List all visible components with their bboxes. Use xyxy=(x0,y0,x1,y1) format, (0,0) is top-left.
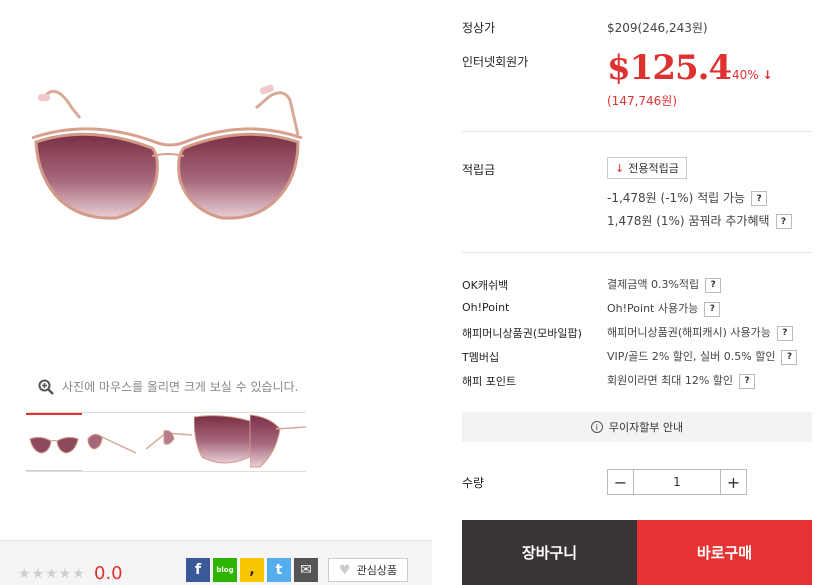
zoom-hint: 사진에 마우스를 올리면 크게 보실 수 있습니다. xyxy=(38,378,298,395)
benefit-value: 해피머니상품권(해피캐시) 사용가능? xyxy=(607,324,793,341)
facebook-icon: f xyxy=(194,562,202,578)
help-icon[interactable]: ? xyxy=(705,277,722,293)
benefit-value: 회원이라면 최대 12% 할인? xyxy=(607,372,756,389)
wishlist-button[interactable]: ♥ 관심상품 xyxy=(328,558,408,582)
benefit-value: VIP/골드 2% 할인, 실버 0.5% 할인? xyxy=(607,348,798,365)
thumbnail-side[interactable] xyxy=(138,413,194,471)
thumbnail-front[interactable] xyxy=(26,413,82,471)
benefit-label: 해피 포인트 xyxy=(462,375,517,388)
sale-price-value: $125.4 xyxy=(607,48,732,88)
help-icon[interactable]: ? xyxy=(775,214,792,229)
benefit-value-text: VIP/골드 2% 할인, 실버 0.5% 할인 xyxy=(607,350,776,363)
rating-stars: ★ ★ ★ ★ ★ xyxy=(18,566,85,582)
buy-now-button[interactable]: 바로구매 xyxy=(637,520,812,585)
discount-rate: 40% xyxy=(732,68,759,82)
star-icon: ★ xyxy=(45,566,58,582)
benefit-label: Oh!Point xyxy=(462,301,510,314)
magnifier-plus-icon xyxy=(38,379,54,395)
reward-line-2: 1,478원 (1%) 꿈꿔라 추가혜택? xyxy=(607,212,792,229)
thumbnail-lens-closeup-image xyxy=(193,415,251,464)
thumbnail-lens-closeup[interactable] xyxy=(193,413,251,471)
installment-label: 무이자할부 안내 xyxy=(608,421,684,434)
benefit-value: Oh!Point 사용가능? xyxy=(607,300,721,317)
star-icon: ★ xyxy=(18,566,31,582)
quantity-stepper: − 1 + xyxy=(607,469,747,495)
benefit-label: T멤버십 xyxy=(462,351,500,364)
benefit-value-text: 결제금액 0.3%적립 xyxy=(607,278,700,291)
help-icon[interactable]: ? xyxy=(751,191,768,206)
blog-icon: blog xyxy=(216,566,234,574)
twitter-icon: t xyxy=(275,562,283,578)
reward-line-1-text: -1,478원 (-1%) 적립 가능 xyxy=(607,191,746,205)
divider xyxy=(462,252,812,253)
thumbnail-detail[interactable] xyxy=(249,413,307,471)
reward-label: 적립금 xyxy=(462,163,496,177)
reward-button[interactable]: ↓ 전용적립금 xyxy=(607,157,687,179)
quantity-input[interactable]: 1 xyxy=(634,470,720,494)
benefit-label: 해피머니상품권(모바일팝) xyxy=(462,327,582,340)
thumbnail-front-image xyxy=(29,436,79,454)
thumbnail-detail-image xyxy=(249,414,307,468)
thumbnail-divider-bottom xyxy=(26,471,306,472)
kakao-icon: , xyxy=(249,562,255,578)
sale-price-krw: (147,746원) xyxy=(607,94,678,108)
reward-button-label: 전용적립금 xyxy=(628,162,679,175)
heart-icon: ♥ xyxy=(338,562,351,578)
facebook-share-button[interactable]: f xyxy=(186,558,210,582)
benefit-value: 결제금액 0.3%적립? xyxy=(607,276,722,293)
benefit-value-text: 회원이라면 최대 12% 할인 xyxy=(607,374,734,387)
regular-price-value: $209(246,243원) xyxy=(607,21,708,35)
star-icon: ★ xyxy=(72,566,85,582)
star-icon: ★ xyxy=(31,566,45,582)
thumbnail-strip xyxy=(26,413,307,471)
help-icon[interactable]: ? xyxy=(739,373,756,389)
benefit-label: OK캐쉬백 xyxy=(462,279,509,292)
social-share: f blog , t ✉ xyxy=(186,558,318,582)
thumbnail-side-image xyxy=(145,430,193,450)
info-icon: i xyxy=(590,421,603,433)
benefit-value-text: Oh!Point 사용가능 xyxy=(607,302,699,315)
help-icon[interactable]: ? xyxy=(776,325,793,341)
arrow-down-icon: ↓ xyxy=(762,68,773,82)
benefit-value-text: 해피머니상품권(해피캐시) 사용가능 xyxy=(607,326,771,339)
sunglasses-image xyxy=(31,84,303,220)
help-icon[interactable]: ? xyxy=(704,301,721,317)
reward-line-2-text: 1,478원 (1%) 꿈꿔라 추가혜택 xyxy=(607,214,770,228)
mail-icon: ✉ xyxy=(300,562,312,578)
download-arrow-icon: ↓ xyxy=(615,161,625,175)
reward-line-1: -1,478원 (-1%) 적립 가능? xyxy=(607,189,768,206)
sale-price-label: 인터넷회원가 xyxy=(462,55,529,69)
kakao-share-button[interactable]: , xyxy=(240,558,264,582)
twitter-share-button[interactable]: t xyxy=(267,558,291,582)
blog-share-button[interactable]: blog xyxy=(213,558,237,582)
star-icon: ★ xyxy=(58,566,72,582)
quantity-minus-button[interactable]: − xyxy=(608,470,634,494)
quantity-label: 수량 xyxy=(462,476,485,490)
quantity-plus-button[interactable]: + xyxy=(720,470,746,494)
zoom-hint-text: 사진에 마우스를 올리면 크게 보실 수 있습니다. xyxy=(62,380,299,394)
rating-score: 0.0 xyxy=(94,563,123,584)
product-main-image[interactable] xyxy=(20,60,320,260)
help-icon[interactable]: ? xyxy=(781,349,798,365)
discount-badge: 40% ↓ xyxy=(732,68,773,82)
installment-info-button[interactable]: i 무이자할부 안내 xyxy=(462,412,812,442)
add-to-cart-button[interactable]: 장바구니 xyxy=(462,520,637,585)
mail-share-button[interactable]: ✉ xyxy=(294,558,318,582)
share-bar: ★ ★ ★ ★ ★ 0.0 f blog , t ✉ ♥ 관심상품 xyxy=(0,540,432,585)
wishlist-label: 관심상품 xyxy=(356,564,398,577)
thumbnail-angle[interactable] xyxy=(82,413,138,471)
regular-price-label: 정상가 xyxy=(462,21,496,35)
divider xyxy=(462,131,812,132)
thumbnail-angle-image xyxy=(87,433,137,454)
